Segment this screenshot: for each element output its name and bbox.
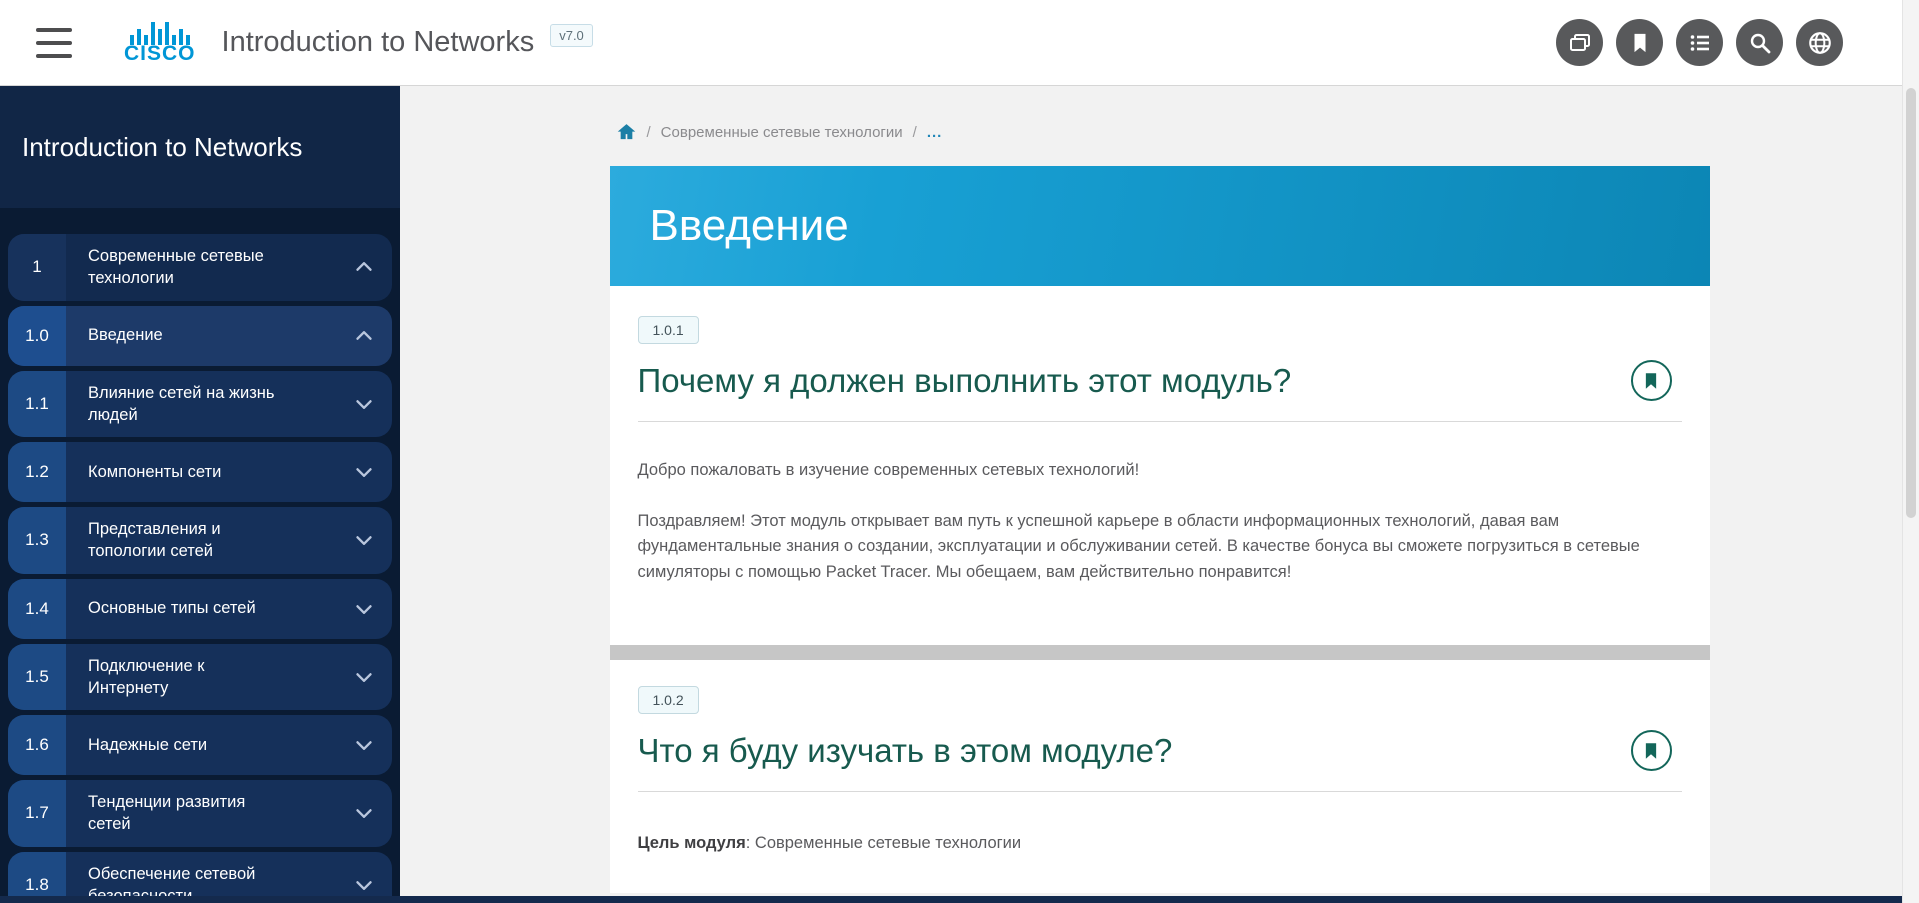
nav-item-label: Подключение к Интернету — [66, 644, 288, 711]
list-icon — [1688, 31, 1712, 55]
topic-banner-title: Введение — [650, 201, 849, 251]
nav-item-number: 1.5 — [8, 644, 66, 711]
globe-icon — [1807, 30, 1833, 56]
nav-item-number: 1 — [8, 234, 66, 301]
topic-banner: Введение — [610, 166, 1710, 286]
section-separator-bar — [610, 645, 1710, 660]
sidebar-header: Introduction to Networks — [0, 86, 400, 208]
breadcrumb: / Современные сетевые технологии / ... — [610, 122, 1710, 142]
section-number-badge: 1.0.1 — [638, 316, 699, 344]
sidebar-nav-item[interactable]: 1.0 Введение — [8, 306, 392, 366]
section-title: Что я буду изучать в этом модуле? — [638, 732, 1173, 770]
nav-item-label: Надежные сети — [66, 715, 288, 775]
nav-item-label: Влияние сетей на жизнь людей — [66, 371, 288, 438]
nav-item-label: Тенденции развития сетей — [66, 780, 288, 847]
chevron-down-icon — [336, 371, 392, 438]
paragraph: Добро пожаловать в изучение современных … — [638, 458, 1682, 484]
nav-item-number: 1.7 — [8, 780, 66, 847]
bookmark-icon — [1643, 372, 1659, 390]
sidebar-nav-item[interactable]: 1.3 Представления и топологии сетей — [8, 507, 392, 574]
module-nav-list: 1 Современные сетевые технологии 1.0 Вве… — [0, 208, 400, 903]
nav-item-number: 1.4 — [8, 579, 66, 639]
section-number-badge: 1.0.2 — [638, 686, 699, 714]
section-divider-line — [638, 791, 1682, 792]
search-button[interactable] — [1736, 19, 1783, 66]
breadcrumb-module-link[interactable]: Современные сетевые технологии — [661, 124, 903, 141]
chevron-down-icon — [336, 780, 392, 847]
bookmarks-button[interactable] — [1616, 19, 1663, 66]
course-sidebar: Introduction to Networks 1 Современные с… — [0, 86, 400, 903]
section-1-0-2: 1.0.2 Что я буду изучать в этом модуле? … — [610, 660, 1710, 893]
sidebar-nav-item[interactable]: 1.7 Тенденции развития сетей — [8, 780, 392, 847]
paragraph: Поздравляем! Этот модуль открывает вам п… — [638, 509, 1682, 586]
main-content: / Современные сетевые технологии / ... В… — [400, 86, 1919, 903]
header-actions — [1556, 19, 1843, 66]
collection-button[interactable] — [1556, 19, 1603, 66]
objective-text: : Современные сетевые технологии — [746, 834, 1021, 852]
home-icon[interactable] — [616, 122, 637, 142]
nav-item-label: Компоненты сети — [66, 442, 288, 502]
nav-item-number: 1.3 — [8, 507, 66, 574]
sidebar-nav-item[interactable]: 1 Современные сетевые технологии — [8, 234, 392, 301]
chevron-up-icon — [336, 234, 392, 301]
nav-item-number: 1.1 — [8, 371, 66, 438]
bookmark-icon — [1629, 32, 1651, 54]
nav-item-label: Современные сетевые технологии — [66, 234, 288, 301]
cisco-wordmark: CISCO — [124, 45, 196, 64]
bookmark-icon — [1643, 742, 1659, 760]
sidebar-nav-item[interactable]: 1.5 Подключение к Интернету — [8, 644, 392, 711]
app-header: CISCO Introduction to Networks v7.0 — [0, 0, 1919, 86]
section-title: Почему я должен выполнить этот модуль? — [638, 362, 1292, 400]
objective-label: Цель модуля — [638, 834, 746, 852]
bottom-accent-bar — [0, 896, 1919, 903]
nav-item-number: 1.6 — [8, 715, 66, 775]
chevron-up-icon — [336, 306, 392, 366]
nav-item-number: 1.2 — [8, 442, 66, 502]
cisco-logo: CISCO — [124, 21, 196, 64]
section-divider-line — [638, 421, 1682, 422]
page-title: Introduction to Networks — [222, 26, 535, 59]
hamburger-menu-icon[interactable] — [36, 28, 72, 58]
search-icon — [1748, 31, 1772, 55]
nav-item-label: Представления и топологии сетей — [66, 507, 288, 574]
breadcrumb-separator: / — [647, 124, 651, 141]
sidebar-nav-item[interactable]: 1.6 Надежные сети — [8, 715, 392, 775]
sidebar-nav-item[interactable]: 1.4 Основные типы сетей — [8, 579, 392, 639]
chevron-down-icon — [336, 644, 392, 711]
sidebar-course-title: Introduction to Networks — [22, 132, 302, 163]
language-button[interactable] — [1796, 19, 1843, 66]
collection-icon — [1568, 31, 1592, 55]
scrollbar-thumb[interactable] — [1906, 88, 1916, 518]
nav-item-number: 1.0 — [8, 306, 66, 366]
sidebar-nav-item[interactable]: 1.2 Компоненты сети — [8, 442, 392, 502]
chevron-down-icon — [336, 442, 392, 502]
section-1-0-1: 1.0.1 Почему я должен выполнить этот мод… — [610, 286, 1710, 645]
breadcrumb-separator: / — [913, 124, 917, 141]
chevron-down-icon — [336, 579, 392, 639]
section-bookmark-button[interactable] — [1631, 730, 1672, 771]
nav-item-label: Основные типы сетей — [66, 579, 288, 639]
chevron-down-icon — [336, 715, 392, 775]
page-scrollbar[interactable] — [1902, 0, 1919, 903]
sidebar-nav-item[interactable]: 1.1 Влияние сетей на жизнь людей — [8, 371, 392, 438]
nav-item-label: Введение — [66, 306, 288, 366]
version-badge: v7.0 — [550, 24, 593, 47]
index-list-button[interactable] — [1676, 19, 1723, 66]
chevron-down-icon — [336, 507, 392, 574]
content-card: 1.0.1 Почему я должен выполнить этот мод… — [610, 286, 1710, 893]
breadcrumb-ellipsis[interactable]: ... — [927, 124, 943, 141]
module-objective: Цель модуля: Современные сетевые техноло… — [638, 834, 1682, 893]
section-bookmark-button[interactable] — [1631, 360, 1672, 401]
